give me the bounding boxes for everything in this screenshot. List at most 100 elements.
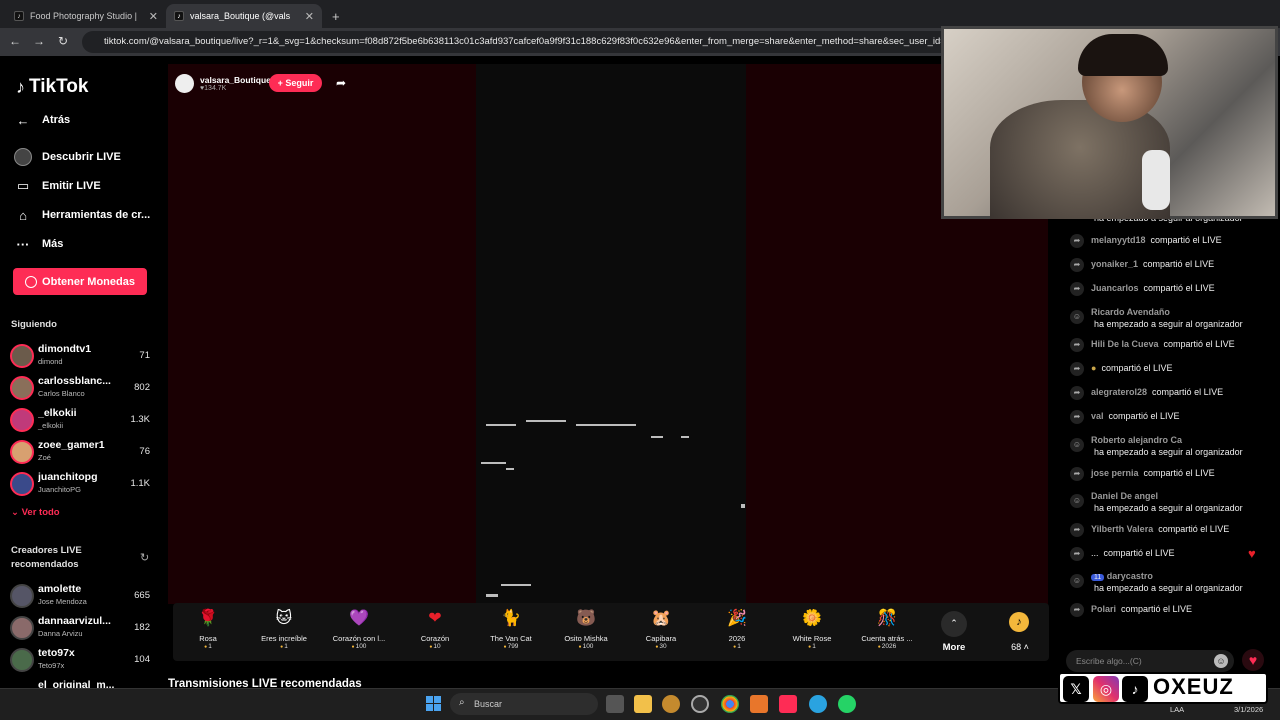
arrow-left-icon: ← [16,112,30,128]
url-field[interactable]: tiktok.com/@valsara_boutique/live?_r=1&_… [82,31,952,53]
following-item[interactable]: zoee_gamer1 Zoé 76 [10,438,155,466]
recommended-item[interactable]: dannaarvizul... Danna Arvizu 182 [10,614,155,642]
avatar [10,376,34,400]
user-badge-icon: ● [1091,363,1097,373]
tiktok-icon[interactable] [779,695,797,713]
gift-item[interactable]: 🎊Cuenta atrás ...2026 [852,606,922,650]
recommended-item[interactable]: el_original_m... [10,678,155,688]
following-item[interactable]: carlossblanc... Carlos Blanco 802 [10,374,155,402]
chevron-up-icon[interactable]: ⌃ [941,611,967,637]
tiktok-icon: ♪ [174,11,184,21]
share-icon: ➦ [1070,410,1084,424]
chat-message: ☺ 11 darycastro ha empezado a seguir al or… [1070,570,1275,596]
live-avatar-icon [14,148,32,166]
back-arrow-icon[interactable]: ← [6,32,24,50]
gift-item[interactable]: 🌹Rosa1 [173,606,243,650]
get-coins-button[interactable]: Obtener Monedas [13,268,147,295]
taskbar-search[interactable]: Buscar [450,693,598,715]
night-city-lights [481,420,745,597]
gift-item[interactable]: 🐈The Van Cat799 [476,606,546,650]
emoji-icon[interactable]: ☺ [1214,654,1228,668]
follow-icon: ☺ [1070,438,1084,452]
follow-icon: ☺ [1070,310,1084,324]
gift-item[interactable]: ❤Corazón10 [400,606,470,650]
gift-item[interactable]: 🌼White Rose1 [777,606,847,650]
share-icon[interactable]: ➦ [336,76,346,90]
recommended-item[interactable]: teto97x Teto97x 104 [10,646,155,674]
chat-message: ☺ Daniel De angel ha empezado a seguir al … [1070,490,1275,516]
more-gifts-button[interactable]: More [934,642,974,653]
task-view-icon[interactable] [606,695,624,713]
avatar [10,472,34,496]
nav-go-live[interactable]: ▭ Emitir LIVE [14,176,101,196]
refresh-icon[interactable]: ↻ [140,551,149,564]
share-icon: ➦ [1070,386,1084,400]
tiktok-logo[interactable]: ♪ TikTok [16,76,88,98]
rose-icon: 🌹 [198,610,218,627]
share-icon: ➦ [1070,603,1084,617]
gift-item[interactable]: 💜Corazón con l...100 [324,606,394,650]
host-info: valsara_Boutique ♥134.7K [175,72,271,94]
chat-input[interactable]: Escribe algo...(C) [1066,650,1234,672]
follow-icon: ☺ [1070,494,1084,508]
webcam-hair [1078,34,1168,76]
share-icon: ➦ [1070,523,1084,537]
avatar [10,648,34,672]
coin-icon [25,275,38,288]
app-icon[interactable] [750,695,768,713]
following-item[interactable]: _elkokii _elkokii 1.3K [10,406,155,434]
brand-name: OXEUZ [1153,674,1234,699]
chrome-icon[interactable] [721,695,739,713]
reload-icon[interactable]: ↻ [54,32,72,50]
nav-discover-live[interactable]: Descubrir LIVE [14,147,121,167]
close-icon[interactable]: ✕ [149,10,158,23]
level-badge: 11 [1091,574,1105,581]
recommended-item[interactable]: amolette Jose Mendoza 665 [10,582,155,610]
gift-item[interactable]: 🐱Eres increíble1 [249,606,319,650]
new-tab-button[interactable]: + [324,4,344,28]
flower-icon: 🌼 [802,610,822,627]
host-avatar[interactable] [175,73,194,93]
microphone-icon [1142,150,1170,210]
close-icon[interactable]: ✕ [305,10,314,23]
cat-icon: 🐱 [275,610,293,627]
tab-valsara[interactable]: ♪ valsara_Boutique (@valsara... ✕ [166,4,322,28]
tab-food-photography[interactable]: ♪ Food Photography Studio | ✕ [6,4,166,28]
gift-item[interactable]: 🐹Capibara30 [626,606,696,650]
file-explorer-icon[interactable] [634,695,652,713]
gift-item[interactable]: 🎉20261 [702,606,772,650]
share-icon: ➦ [1070,467,1084,481]
share-icon: ➦ [1070,338,1084,352]
host-name[interactable]: valsara_Boutique [200,75,271,85]
language-indicator[interactable]: LAA [1170,705,1184,714]
tab-title: valsara_Boutique (@valsara... [190,11,290,21]
nav-more[interactable]: ··· Más [14,234,64,254]
app-icon[interactable] [662,695,680,713]
back-link[interactable]: ← Atrás [14,110,71,130]
heart-icon: ♥ [1248,546,1256,561]
follow-button[interactable]: + Seguir [269,74,322,92]
steam-icon[interactable] [691,695,709,713]
nav-creator-tools[interactable]: ⌂ Herramientas de cr... [14,205,150,225]
tiktok-icon: ♪ [1122,676,1148,702]
whatsapp-icon[interactable] [838,695,856,713]
see-all-link[interactable]: ⌄ Ver todo [11,507,60,518]
forward-arrow-icon[interactable]: → [30,32,48,50]
following-item[interactable]: juanchitopg JuanchitoPG 1.1K [10,470,155,498]
heart-icon[interactable]: ♥ [1242,649,1264,671]
windows-start-icon[interactable] [426,696,441,711]
party-icon: 🎉 [727,610,747,627]
following-item[interactable]: dimondtv1 dimond 71 [10,342,155,370]
clock-date[interactable]: 3/1/2026 [1234,705,1263,714]
heart-icon: 💜 [349,610,369,627]
coin-balance[interactable]: 68 ˄ [1000,642,1040,652]
telegram-icon[interactable] [809,695,827,713]
tiktok-icon: ♪ [14,11,24,21]
gift-item[interactable]: 🐻Osito Mishka100 [551,606,621,650]
cat-icon: 🐈 [501,610,521,627]
avatar [10,408,34,432]
home-icon: ⌂ [19,207,27,223]
chat-message: ☺ Roberto alejandro Ca ha empezado a segui… [1070,434,1275,460]
live-video-frame[interactable] [476,64,746,604]
share-icon: ➦ [1070,547,1084,561]
